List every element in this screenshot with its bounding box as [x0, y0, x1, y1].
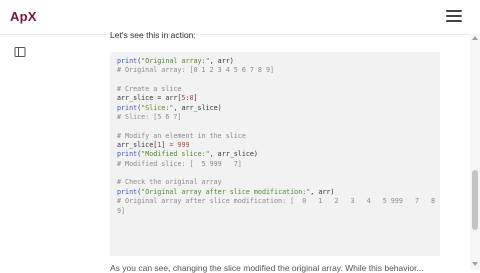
- code-token: arr_slice = arr[: [117, 94, 182, 103]
- code-token: , arr_slice): [209, 150, 258, 159]
- code-line: print("Original array:", arr): [117, 57, 435, 66]
- menu-line: [446, 20, 462, 22]
- code-token: , arr): [209, 57, 234, 65]
- code-line: print("Modified slice:", arr_slice): [117, 150, 435, 159]
- menu-line: [446, 15, 462, 17]
- scroll-up-icon[interactable]: [472, 36, 478, 40]
- code-token: "Original array:": [141, 57, 210, 65]
- code-token: print: [117, 103, 138, 112]
- code-line: arr_slice = arr[5:8]: [117, 94, 435, 103]
- code-token: ]: [193, 94, 198, 103]
- code-token: 9]: [117, 206, 126, 215]
- article-paragraph: As you can see, changing the slice modif…: [110, 263, 424, 273]
- code-block: print("Original array:", arr) # Original …: [110, 52, 440, 256]
- scrollbar[interactable]: [470, 34, 480, 270]
- code-token: "Slice:": [141, 103, 174, 112]
- sidebar-toggle-icon[interactable]: [14, 45, 26, 57]
- code-token: # Modified slice: [ 5 999 7]: [117, 159, 242, 168]
- code-line: arr_slice[1] = 999: [117, 141, 435, 150]
- code-token: 999: [177, 141, 190, 150]
- code-token: # Create a slice: [117, 85, 182, 94]
- code-token: # Check the original array: [117, 178, 222, 187]
- scroll-thumb[interactable]: [472, 170, 478, 230]
- code-token: print: [117, 150, 138, 159]
- code-line: # Original array: [0 1 2 3 4 5 6 7 8 9]: [117, 66, 435, 75]
- code-token: print: [117, 57, 138, 65]
- code-token: "Original array after slice modification…: [141, 187, 311, 196]
- menu-line: [446, 10, 462, 12]
- code-token: , arr_slice): [173, 103, 222, 112]
- code-line: # Original array after slice modificatio…: [117, 197, 435, 206]
- code-token: print: [117, 187, 138, 196]
- hamburger-menu-icon[interactable]: [446, 10, 462, 24]
- code-line: # Modify an element in the slice: [117, 132, 435, 141]
- code-line: # Check the original array: [117, 178, 435, 187]
- code-token: # Slice: [5 6 7]: [117, 113, 182, 122]
- top-bar: ApX: [0, 0, 480, 35]
- code-token: # Original array after slice modificatio…: [117, 197, 436, 206]
- code-token: arr_slice[: [117, 141, 158, 150]
- code-token: "Modified slice:": [141, 150, 210, 159]
- code-line: # Modified slice: [ 5 999 7]: [117, 160, 435, 169]
- code-line: # Create a slice: [117, 85, 435, 94]
- code-content: print("Original array:", arr) # Original …: [117, 57, 435, 216]
- code-token: # Original array: [0 1 2 3 4 5 6 7 8 9]: [117, 66, 275, 75]
- intro-text: Let's see this in action:: [110, 30, 196, 40]
- code-token: # Modify an element in the slice: [117, 131, 246, 140]
- code-line: print("Slice:", arr_slice): [117, 104, 435, 113]
- code-line: print("Original array after slice modifi…: [117, 188, 435, 197]
- logo[interactable]: ApX: [10, 9, 37, 24]
- code-line: # Slice: [5 6 7]: [117, 113, 435, 122]
- scroll-down-icon[interactable]: [472, 262, 478, 266]
- code-line: 9]: [117, 207, 435, 216]
- code-token: , arr): [310, 187, 335, 196]
